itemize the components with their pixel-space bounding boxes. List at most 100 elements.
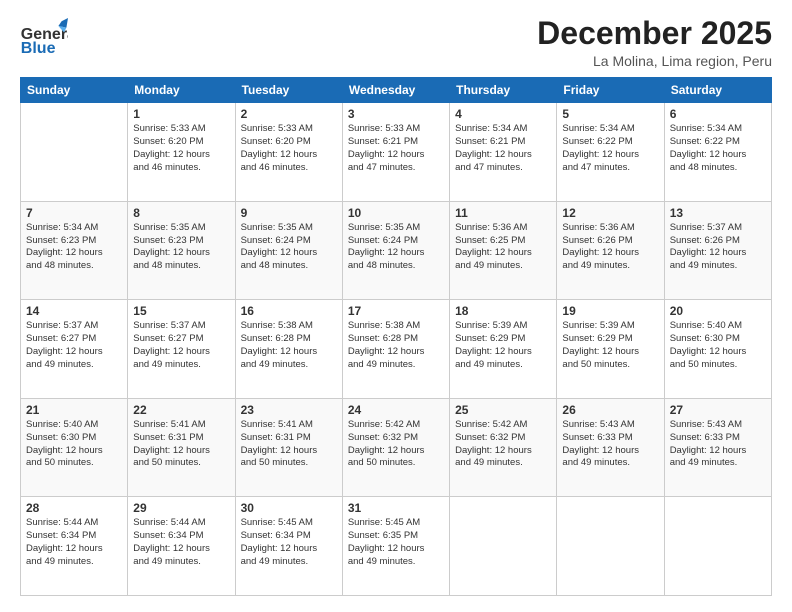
day-number: 30 [241,501,337,515]
calendar-cell: 4 Sunrise: 5:34 AM Sunset: 6:21 PM Daylig… [450,103,557,202]
day-info: Sunrise: 5:39 AM Sunset: 6:29 PM Dayligh… [455,320,551,371]
calendar-cell: 31 Sunrise: 5:45 AM Sunset: 6:35 PM Dayli… [342,497,449,596]
logo-bird-icon: General Blue [20,16,68,64]
calendar-week: 14Sunrise: 5:37 AM Sunset: 6:27 PM Dayli… [21,300,772,399]
day-info: Sunrise: 5:35 AM Sunset: 6:24 PM Dayligh… [348,222,444,273]
day-info: Sunrise: 5:37 AM Sunset: 6:26 PM Dayligh… [670,222,766,273]
day-number: 6 [670,107,766,121]
dow-header: Thursday [450,78,557,103]
day-number: 7 [26,206,122,220]
calendar-cell: 10 Sunrise: 5:35 AM Sunset: 6:24 PM Dayli… [342,201,449,300]
calendar-cell: 20 Sunrise: 5:40 AM Sunset: 6:30 PM Dayli… [664,300,771,399]
day-number: 5 [562,107,658,121]
calendar-cell: 29Sunrise: 5:44 AM Sunset: 6:34 PM Dayli… [128,497,235,596]
calendar-cell: 18 Sunrise: 5:39 AM Sunset: 6:29 PM Dayli… [450,300,557,399]
calendar-cell: 6 Sunrise: 5:34 AM Sunset: 6:22 PM Daylig… [664,103,771,202]
day-info: Sunrise: 5:40 AM Sunset: 6:30 PM Dayligh… [26,419,122,470]
calendar-cell: 21Sunrise: 5:40 AM Sunset: 6:30 PM Dayli… [21,398,128,497]
day-info: Sunrise: 5:34 AM Sunset: 6:22 PM Dayligh… [562,123,658,174]
calendar-cell: 25 Sunrise: 5:42 AM Sunset: 6:32 PM Dayli… [450,398,557,497]
calendar-body: 1 Sunrise: 5:33 AM Sunset: 6:20 PM Daylig… [21,103,772,596]
day-number: 31 [348,501,444,515]
day-of-week-row: SundayMondayTuesdayWednesdayThursdayFrid… [21,78,772,103]
calendar-cell: 30 Sunrise: 5:45 AM Sunset: 6:34 PM Dayli… [235,497,342,596]
day-info: Sunrise: 5:34 AM Sunset: 6:21 PM Dayligh… [455,123,551,174]
dow-header: Wednesday [342,78,449,103]
page: General Blue December 2025 La Molina, Li… [0,0,792,612]
calendar-cell [450,497,557,596]
title-block: December 2025 La Molina, Lima region, Pe… [537,16,772,69]
day-number: 11 [455,206,551,220]
day-number: 17 [348,304,444,318]
day-info: Sunrise: 5:45 AM Sunset: 6:34 PM Dayligh… [241,517,337,568]
calendar-week: 1 Sunrise: 5:33 AM Sunset: 6:20 PM Daylig… [21,103,772,202]
day-number: 13 [670,206,766,220]
day-number: 22 [133,403,229,417]
day-number: 3 [348,107,444,121]
calendar-cell: 13 Sunrise: 5:37 AM Sunset: 6:26 PM Dayli… [664,201,771,300]
logo: General Blue [20,16,68,64]
dow-header: Tuesday [235,78,342,103]
calendar-cell: 12Sunrise: 5:36 AM Sunset: 6:26 PM Dayli… [557,201,664,300]
dow-header: Sunday [21,78,128,103]
day-info: Sunrise: 5:33 AM Sunset: 6:20 PM Dayligh… [241,123,337,174]
calendar-cell: 22 Sunrise: 5:41 AM Sunset: 6:31 PM Dayli… [128,398,235,497]
location: La Molina, Lima region, Peru [537,53,772,69]
calendar-cell: 2Sunrise: 5:33 AM Sunset: 6:20 PM Daylig… [235,103,342,202]
day-number: 10 [348,206,444,220]
day-info: Sunrise: 5:42 AM Sunset: 6:32 PM Dayligh… [455,419,551,470]
calendar-cell: 17 Sunrise: 5:38 AM Sunset: 6:28 PM Dayli… [342,300,449,399]
day-info: Sunrise: 5:40 AM Sunset: 6:30 PM Dayligh… [670,320,766,371]
day-number: 14 [26,304,122,318]
calendar-cell: 24Sunrise: 5:42 AM Sunset: 6:32 PM Dayli… [342,398,449,497]
calendar-cell: 26Sunrise: 5:43 AM Sunset: 6:33 PM Dayli… [557,398,664,497]
calendar-cell [21,103,128,202]
day-number: 15 [133,304,229,318]
day-number: 23 [241,403,337,417]
day-number: 18 [455,304,551,318]
day-number: 19 [562,304,658,318]
day-number: 16 [241,304,337,318]
day-number: 8 [133,206,229,220]
day-info: Sunrise: 5:35 AM Sunset: 6:23 PM Dayligh… [133,222,229,273]
calendar-cell: 11 Sunrise: 5:36 AM Sunset: 6:25 PM Dayli… [450,201,557,300]
calendar-cell: 28 Sunrise: 5:44 AM Sunset: 6:34 PM Dayli… [21,497,128,596]
day-info: Sunrise: 5:44 AM Sunset: 6:34 PM Dayligh… [26,517,122,568]
calendar-cell: 8 Sunrise: 5:35 AM Sunset: 6:23 PM Daylig… [128,201,235,300]
day-number: 4 [455,107,551,121]
logo-wrapper: General Blue [20,16,68,64]
day-number: 26 [562,403,658,417]
calendar-cell: 23Sunrise: 5:41 AM Sunset: 6:31 PM Dayli… [235,398,342,497]
day-info: Sunrise: 5:36 AM Sunset: 6:25 PM Dayligh… [455,222,551,273]
calendar-cell: 14Sunrise: 5:37 AM Sunset: 6:27 PM Dayli… [21,300,128,399]
day-info: Sunrise: 5:41 AM Sunset: 6:31 PM Dayligh… [133,419,229,470]
day-info: Sunrise: 5:33 AM Sunset: 6:20 PM Dayligh… [133,123,229,174]
day-info: Sunrise: 5:39 AM Sunset: 6:29 PM Dayligh… [562,320,658,371]
day-number: 25 [455,403,551,417]
calendar-cell: 16 Sunrise: 5:38 AM Sunset: 6:28 PM Dayli… [235,300,342,399]
day-info: Sunrise: 5:45 AM Sunset: 6:35 PM Dayligh… [348,517,444,568]
day-info: Sunrise: 5:35 AM Sunset: 6:24 PM Dayligh… [241,222,337,273]
day-number: 12 [562,206,658,220]
calendar-cell: 19 Sunrise: 5:39 AM Sunset: 6:29 PM Dayli… [557,300,664,399]
calendar-week: 21Sunrise: 5:40 AM Sunset: 6:30 PM Dayli… [21,398,772,497]
day-info: Sunrise: 5:38 AM Sunset: 6:28 PM Dayligh… [241,320,337,371]
day-number: 28 [26,501,122,515]
svg-text:Blue: Blue [21,40,56,57]
calendar-cell [664,497,771,596]
month-title: December 2025 [537,16,772,51]
dow-header: Saturday [664,78,771,103]
day-number: 20 [670,304,766,318]
calendar-cell: 27Sunrise: 5:43 AM Sunset: 6:33 PM Dayli… [664,398,771,497]
calendar-cell: 3Sunrise: 5:33 AM Sunset: 6:21 PM Daylig… [342,103,449,202]
day-info: Sunrise: 5:38 AM Sunset: 6:28 PM Dayligh… [348,320,444,371]
day-info: Sunrise: 5:34 AM Sunset: 6:22 PM Dayligh… [670,123,766,174]
calendar-cell [557,497,664,596]
day-number: 1 [133,107,229,121]
day-number: 29 [133,501,229,515]
day-info: Sunrise: 5:34 AM Sunset: 6:23 PM Dayligh… [26,222,122,273]
day-number: 24 [348,403,444,417]
calendar-week: 28 Sunrise: 5:44 AM Sunset: 6:34 PM Dayli… [21,497,772,596]
dow-header: Friday [557,78,664,103]
dow-header: Monday [128,78,235,103]
